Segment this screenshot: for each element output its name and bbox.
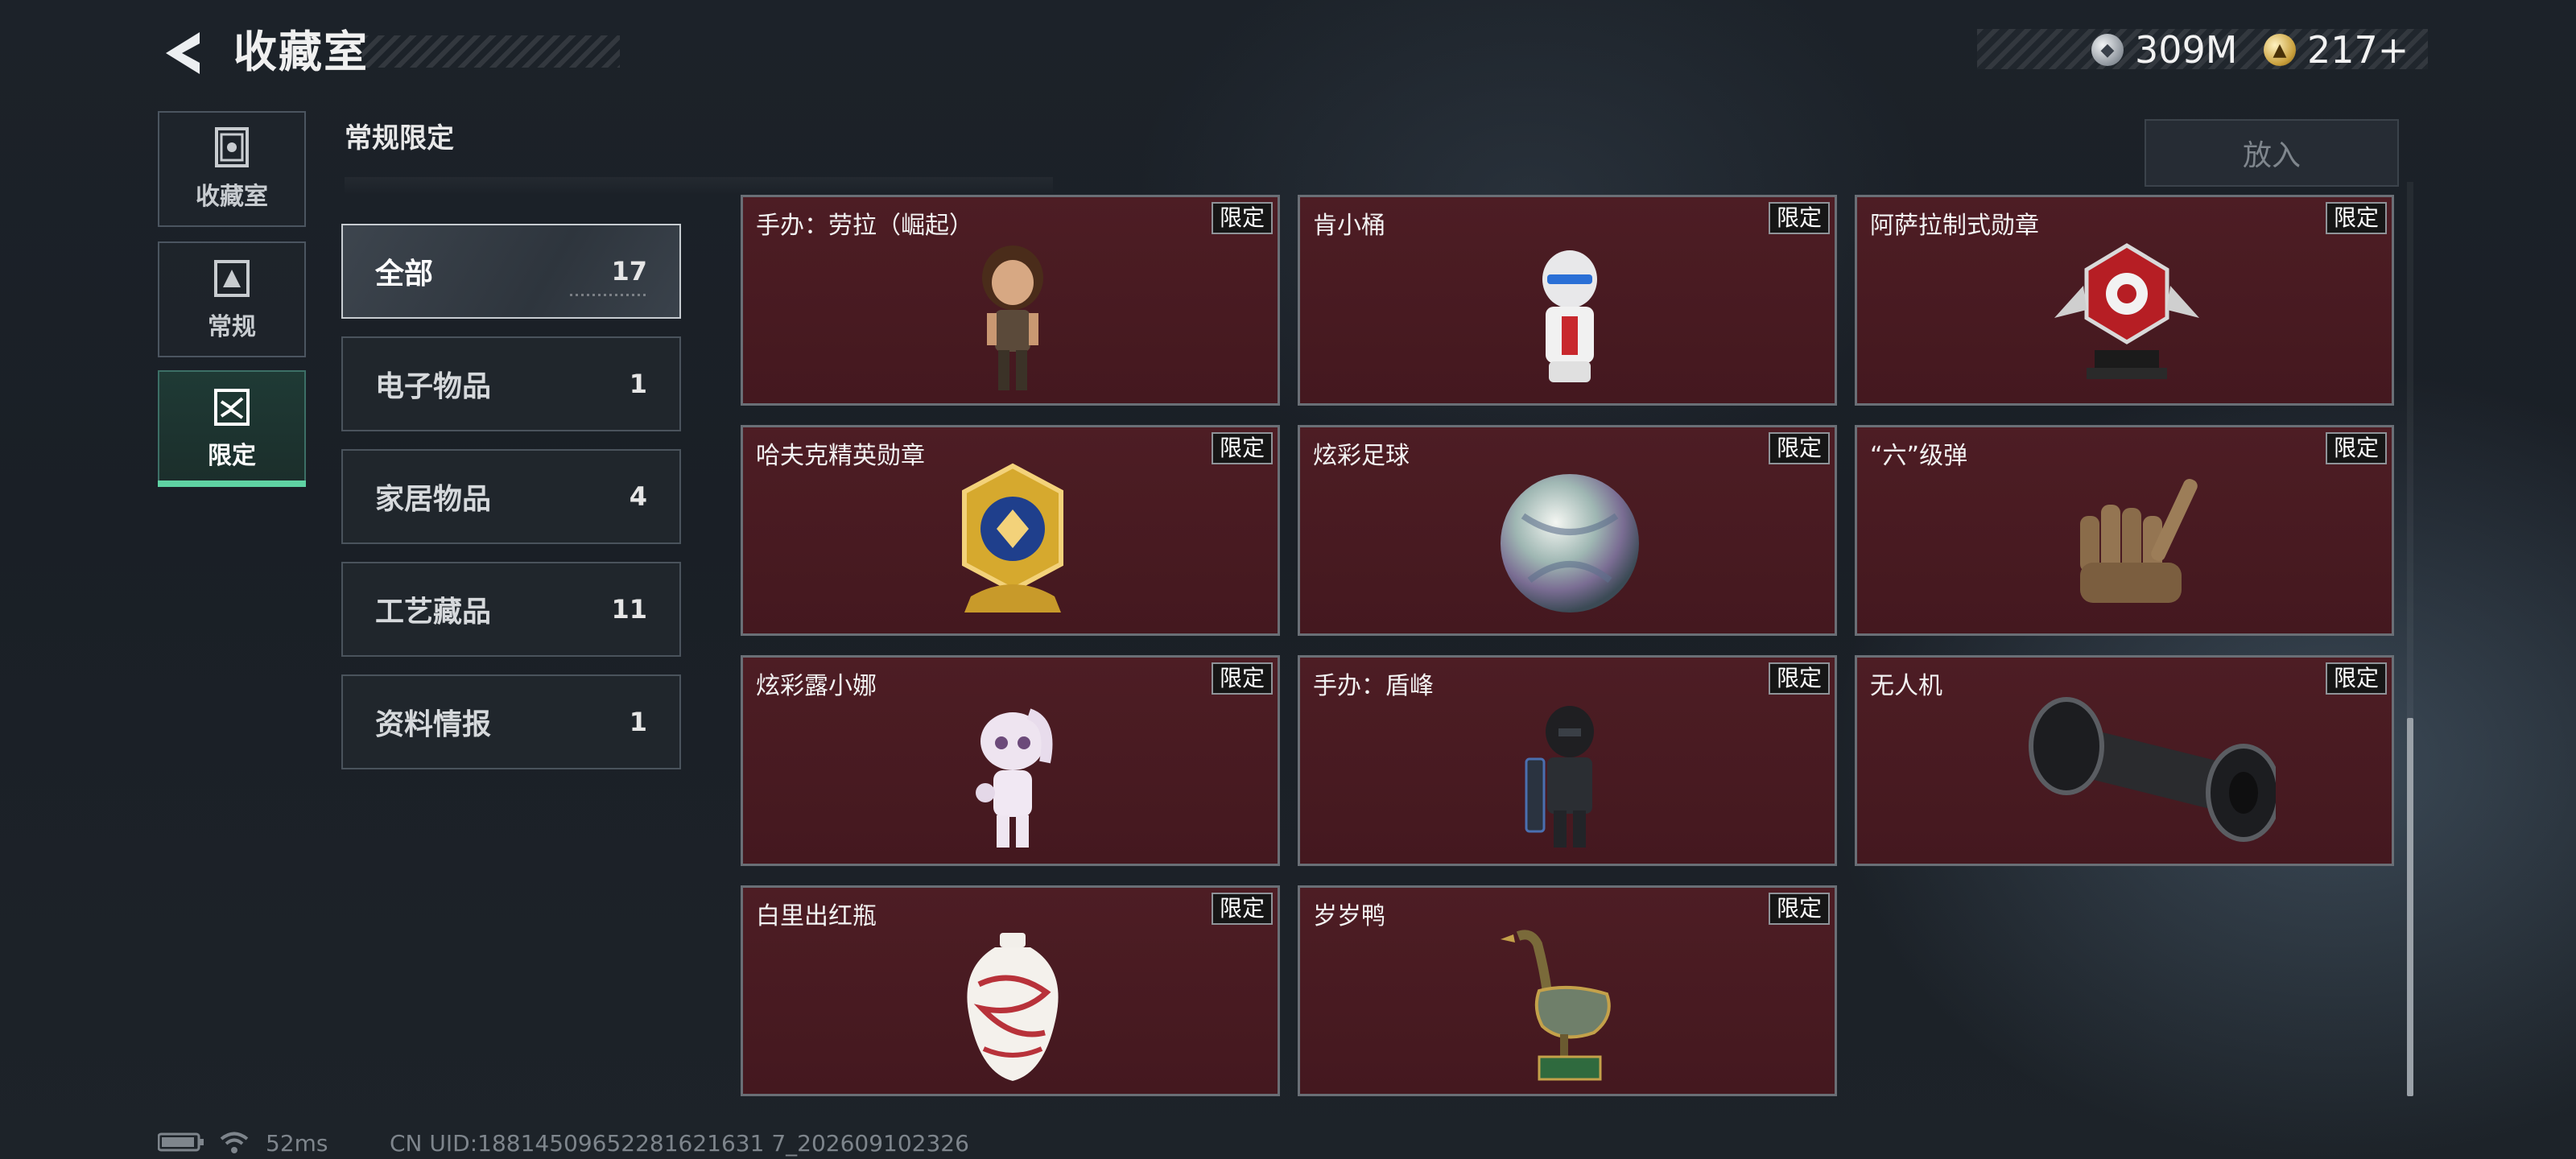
wifi-icon: [219, 1130, 250, 1157]
limited-tag: 限定: [1211, 662, 1273, 695]
item-name: 岁岁鸭: [1313, 902, 1385, 930]
category-name: 工艺藏品: [375, 596, 492, 629]
item-card[interactable]: 岁岁鸭 限定: [1298, 885, 1837, 1096]
item-card[interactable]: 阿萨拉制式勋章 限定: [1855, 195, 2394, 406]
drone-icon: [2029, 697, 2276, 842]
category-count: 11: [611, 594, 647, 625]
limited-tag: 限定: [1211, 202, 1273, 234]
item-name: 炫彩足球: [1313, 442, 1410, 470]
item-card[interactable]: 炫彩足球 限定: [1298, 425, 1837, 636]
item-name: 炫彩露小娜: [756, 672, 877, 700]
limited-tag: 限定: [1768, 202, 1830, 234]
limited-tag: 限定: [1211, 432, 1273, 464]
item-name: 白里出红瓶: [756, 902, 877, 930]
item-card[interactable]: 手办：劳拉（崛起） 限定: [741, 195, 1280, 406]
item-card[interactable]: 炫彩露小娜 限定: [741, 655, 1280, 866]
category-household[interactable]: 家居物品 4: [341, 449, 681, 544]
category-crafts[interactable]: 工艺藏品 11: [341, 562, 681, 657]
item-name: “六”级弹: [1870, 442, 1968, 470]
nav-regular-label: 常规: [208, 313, 256, 341]
duck-statue-icon: [1501, 930, 1611, 1081]
gold-coin-icon: ▲: [2264, 34, 2296, 66]
iridescent-ball-icon: [1501, 474, 1639, 612]
item-card[interactable]: 哈夫克精英勋章 限定: [741, 425, 1280, 636]
category-count: 4: [629, 481, 647, 512]
nav-collection-label: 收藏室: [196, 183, 268, 211]
nav-limited-label: 限定: [208, 442, 256, 470]
limited-tag: 限定: [2325, 662, 2387, 695]
scrollbar-thumb[interactable]: [2407, 718, 2413, 1096]
soldier-figure-icon: [1525, 706, 1594, 848]
section-divider: [345, 177, 1053, 195]
put-in-button[interactable]: 放入: [2145, 119, 2399, 187]
category-name: 电子物品: [375, 370, 492, 403]
limited-tag: 限定: [2325, 202, 2387, 234]
category-electronics[interactable]: 电子物品 1: [341, 336, 681, 431]
category-count: 17: [611, 256, 647, 287]
nav-regular[interactable]: 常规: [158, 241, 306, 357]
gold-currency[interactable]: ▲ 217+: [2264, 27, 2409, 72]
item-name: 手办：盾峰: [1313, 672, 1434, 700]
category-count: 1: [629, 707, 647, 737]
category-name: 资料情报: [375, 708, 492, 741]
title-decoration: [362, 35, 620, 68]
lara-figure-icon: [982, 245, 1043, 390]
item-name: 无人机: [1870, 672, 1942, 700]
limited-tag: 限定: [1768, 432, 1830, 464]
category-name: 家居物品: [375, 483, 492, 516]
category-decoration: [570, 294, 647, 296]
item-card[interactable]: 白里出红瓶 限定: [741, 885, 1280, 1096]
hand-sculpture-icon: [2080, 478, 2198, 603]
limited-tag: 限定: [2325, 432, 2387, 464]
battery-icon: [157, 1132, 206, 1156]
item-card[interactable]: “六”级弹 限定: [1855, 425, 2394, 636]
category-all[interactable]: 全部 17: [341, 224, 681, 319]
gold-currency-value: 217+: [2307, 28, 2409, 72]
limited-tag: 限定: [1211, 893, 1273, 925]
silver-coin-icon: ◆: [2091, 34, 2124, 66]
section-title: 常规限定: [345, 122, 454, 155]
item-card[interactable]: 手办：盾峰 限定: [1298, 655, 1837, 866]
item-name: 肯小桶: [1313, 212, 1385, 240]
back-arrow-icon: [166, 32, 200, 74]
back-button[interactable]: [158, 27, 214, 79]
limited-tag: 限定: [1768, 662, 1830, 695]
silver-currency: ◆ 309M: [2091, 27, 2238, 72]
category-count: 1: [629, 369, 647, 399]
luna-figure-icon: [976, 708, 1053, 848]
uid-text: CN UID:18814509652281621631 7_2026091023…: [390, 1130, 969, 1157]
ping-value: 52ms: [266, 1130, 328, 1157]
limited-tag: 限定: [1768, 893, 1830, 925]
collection-icon: [215, 127, 249, 167]
nav-limited[interactable]: 限定: [158, 370, 306, 486]
category-intel[interactable]: 资料情报 1: [341, 674, 681, 769]
bucket-figure-icon: [1542, 250, 1597, 382]
item-card[interactable]: 无人机 限定: [1855, 655, 2394, 866]
gold-medal-icon: [962, 463, 1063, 612]
page-title: 收藏室: [233, 27, 369, 77]
silver-currency-value: 309M: [2135, 28, 2238, 72]
nav-active-indicator: [158, 481, 306, 487]
item-card[interactable]: 肯小桶 限定: [1298, 195, 1837, 406]
porcelain-vase-icon: [967, 933, 1059, 1081]
red-medal-icon: [2054, 243, 2199, 379]
limited-icon: [214, 389, 250, 426]
category-name: 全部: [375, 258, 434, 291]
nav-collection[interactable]: 收藏室: [158, 111, 306, 227]
regular-icon: [214, 260, 250, 297]
